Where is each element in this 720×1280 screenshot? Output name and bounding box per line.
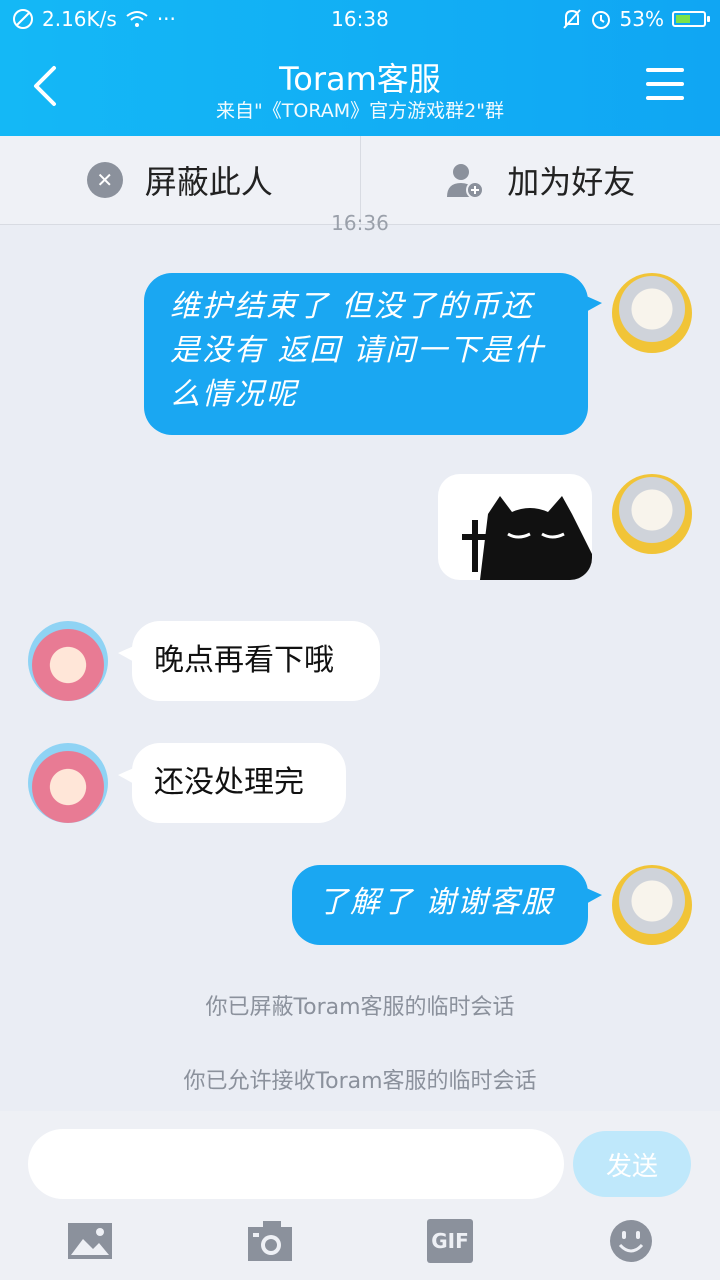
service-avatar[interactable]	[28, 621, 108, 701]
alarm-icon	[591, 11, 610, 29]
gif-icon[interactable]: GIF	[427, 1219, 473, 1263]
menu-button[interactable]	[646, 68, 684, 102]
message-text: 还没处理完	[154, 765, 304, 800]
toolbar: GIF	[0, 1211, 720, 1271]
message-bubble-out[interactable]: 维护结束了 但没了的币还是没有 返回 请问一下是什么情况呢	[144, 273, 602, 435]
my-avatar[interactable]	[612, 474, 692, 554]
message-bubble-in[interactable]: 还没处理完	[118, 743, 346, 823]
battery-icon	[672, 11, 710, 27]
emoji-icon[interactable]	[608, 1219, 654, 1263]
black-cat-cross-sticker[interactable]	[438, 474, 592, 580]
message-text: 了解了 谢谢客服	[318, 885, 554, 920]
status-bar: 2.16K/s ··· 16:38 53%	[0, 0, 720, 40]
send-button[interactable]: 发送	[573, 1131, 691, 1197]
battery-percent: 53%	[619, 7, 664, 31]
service-avatar[interactable]	[28, 743, 108, 823]
message-bubble-out[interactable]: 了解了 谢谢客服	[292, 865, 602, 945]
block-label: 屏蔽此人	[144, 163, 273, 201]
add-friend-label: 加为好友	[507, 163, 636, 201]
my-avatar[interactable]	[612, 865, 692, 945]
system-note-allowed: 你已允许接收Toram客服的临时会话	[183, 1069, 537, 1094]
system-note-blocked: 你已屏蔽Toram客服的临时会话	[205, 995, 515, 1020]
message-text: 晚点再看下哦	[154, 643, 334, 678]
chat-header: 2.16K/s ··· 16:38 53% Toram客服 来自"《TORAM》…	[0, 0, 720, 136]
block-icon: ✕	[86, 162, 123, 198]
camera-icon[interactable]	[247, 1219, 293, 1263]
mute-bell-icon	[562, 9, 581, 29]
message-list[interactable]: 16:36 维护结束了 但没了的币还是没有 返回 请问一下是什么情况呢 晚点再看…	[0, 211, 720, 1111]
input-bar: 发送 GIF	[0, 1111, 720, 1280]
message-text: 维护结束了 但没了的币还是没有 返回 请问一下是什么情况呢	[170, 289, 546, 412]
my-avatar[interactable]	[612, 273, 692, 353]
chat-title: Toram客服	[279, 60, 441, 98]
message-input[interactable]	[28, 1129, 564, 1199]
add-friend-icon	[447, 164, 485, 199]
battery-fill	[676, 15, 690, 23]
timestamp: 16:36	[331, 211, 389, 235]
image-icon[interactable]	[67, 1219, 113, 1263]
black-cat-icon	[462, 496, 592, 580]
chat-subtitle: 来自"《TORAM》官方游戏群2"群	[216, 100, 504, 122]
message-bubble-in[interactable]: 晚点再看下哦	[118, 621, 380, 701]
